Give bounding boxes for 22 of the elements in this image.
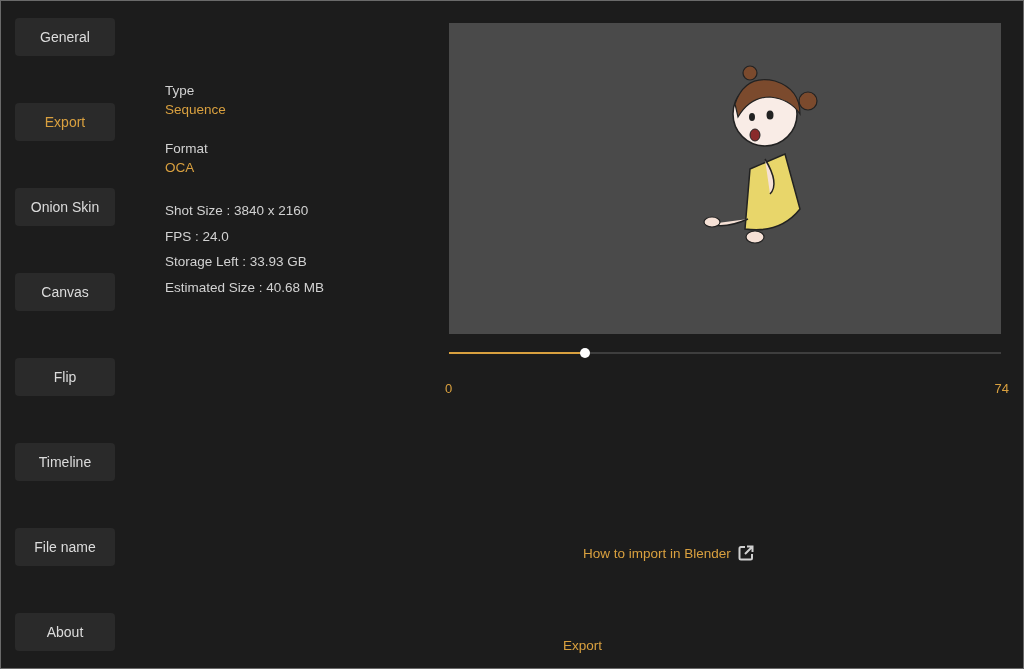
- setting-value[interactable]: Sequence: [165, 100, 449, 120]
- sidebar-item[interactable]: General: [15, 18, 115, 56]
- sidebar-item[interactable]: Timeline: [15, 443, 115, 481]
- setting-label: Type: [165, 82, 196, 100]
- help-link[interactable]: How to import in Blender: [583, 544, 755, 562]
- range-end: 74: [994, 381, 1009, 396]
- detail-text: Shot Size : 3840 x 2160: [165, 202, 310, 220]
- sidebar-item[interactable]: About: [15, 613, 115, 651]
- setting-label: Format: [165, 140, 209, 158]
- setting-value[interactable]: OCA: [165, 158, 449, 178]
- sidebar-item[interactable]: Export: [15, 103, 115, 141]
- detail-text: Estimated Size : 40.68 MB: [165, 278, 326, 297]
- export-button[interactable]: Export: [559, 636, 607, 655]
- external-link-icon: [736, 544, 755, 562]
- sidebar-item[interactable]: Flip: [15, 358, 115, 396]
- detail-text: Storage Left : 33.93 GB: [165, 253, 308, 271]
- sidebar-item[interactable]: File name: [15, 528, 115, 566]
- range-start: 0: [445, 381, 453, 396]
- sidebar-item[interactable]: Canvas: [15, 273, 115, 311]
- sidebar-item[interactable]: Onion Skin: [15, 188, 115, 226]
- detail-text: FPS : 24.0: [165, 227, 230, 246]
- slider-thumb[interactable]: [579, 348, 590, 358]
